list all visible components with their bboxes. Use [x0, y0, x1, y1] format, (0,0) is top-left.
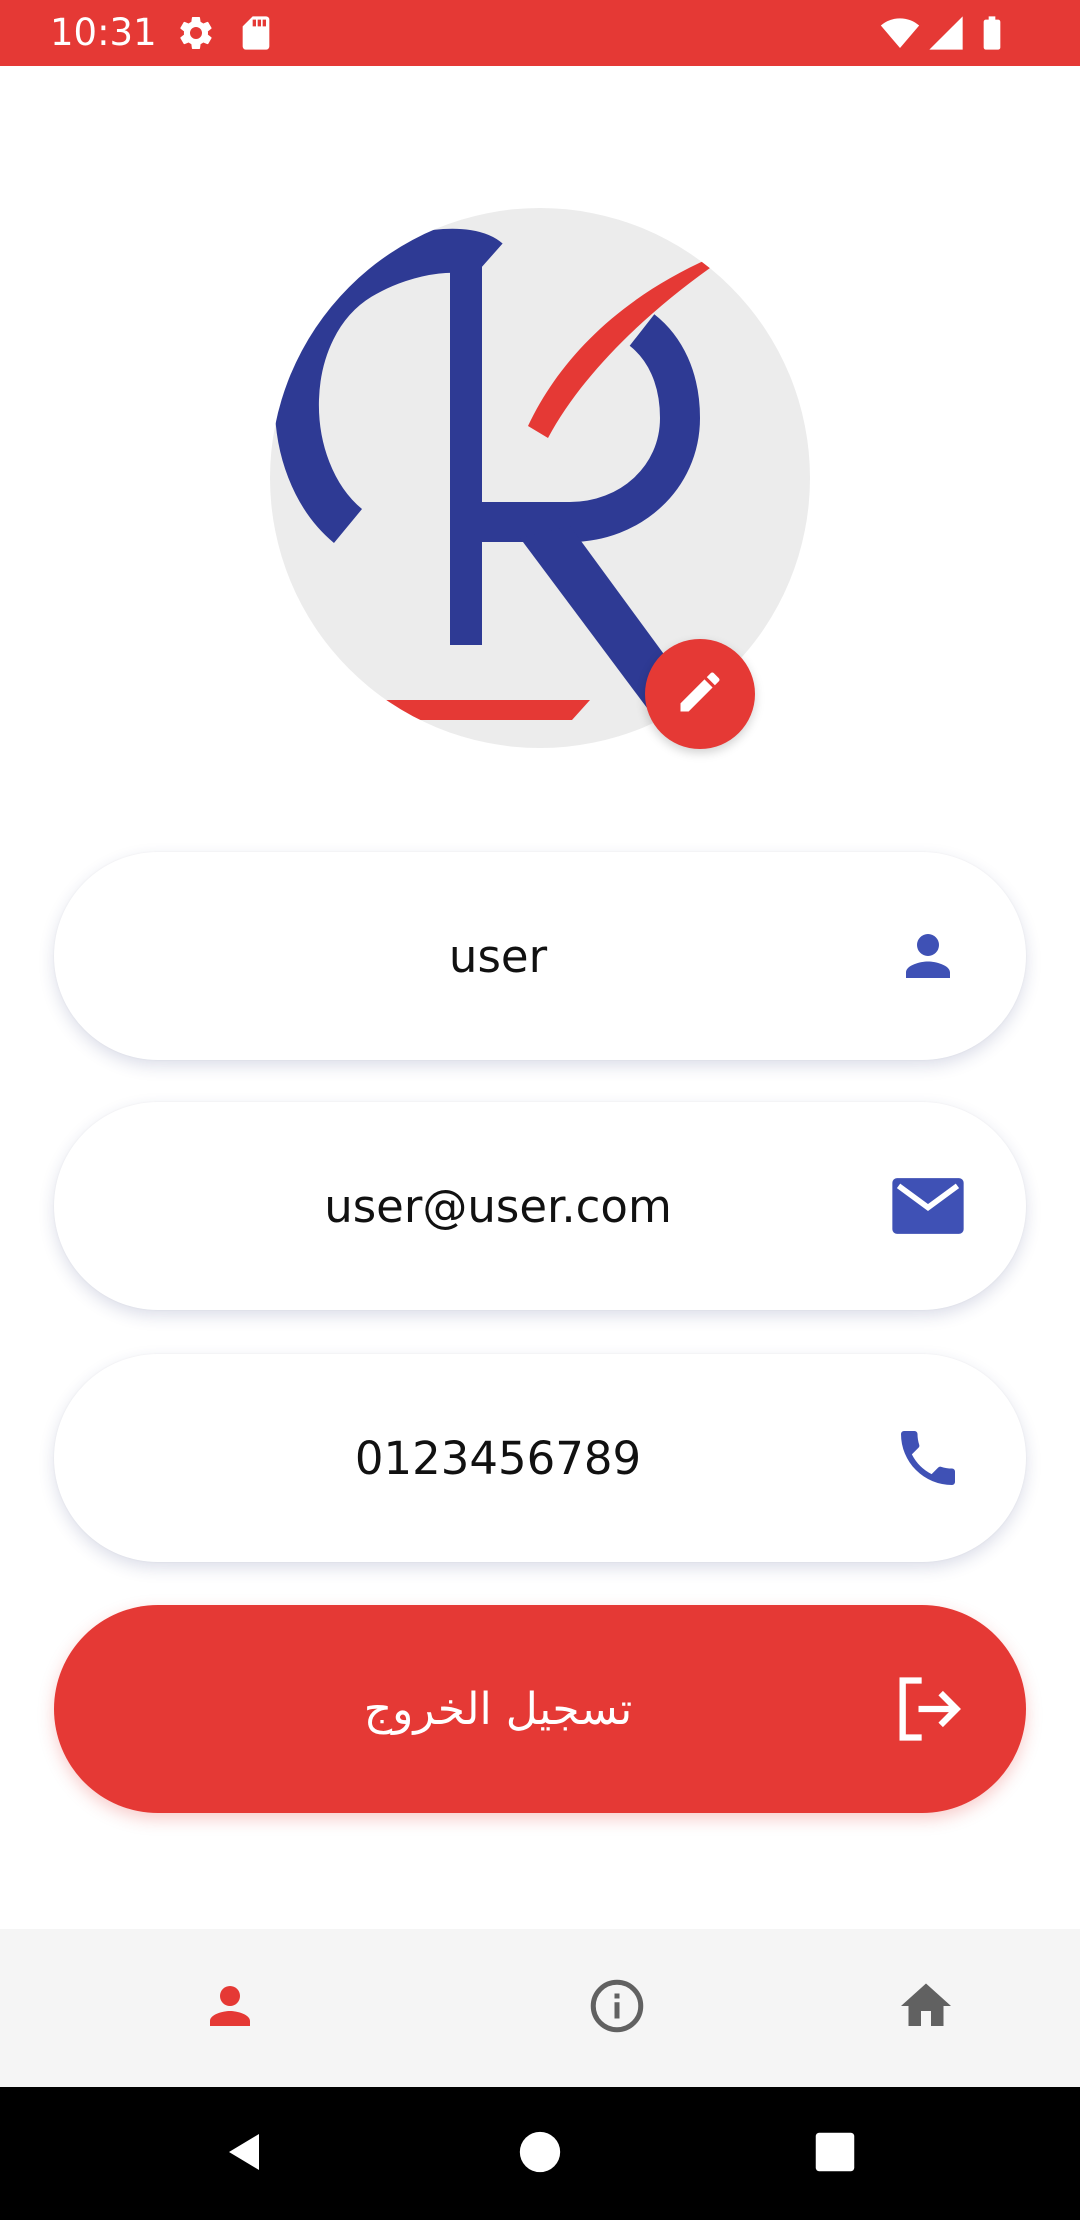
mail-icon: [884, 1162, 972, 1250]
recents-square-icon: [814, 2131, 856, 2177]
logout-button[interactable]: تسجيل الخروج: [54, 1605, 1026, 1813]
status-bar: 10:31: [0, 0, 1080, 66]
recents-button[interactable]: [790, 2109, 880, 2199]
profile-screen: 10:31 user user@user.com 0123456789 تسجي…: [0, 0, 1080, 2220]
person-icon: [200, 1976, 260, 2040]
back-triangle-icon: [221, 2128, 269, 2180]
bottom-navigation: [0, 1929, 1080, 2087]
name-field[interactable]: user: [54, 852, 1026, 1060]
sd-card-icon: [236, 13, 276, 53]
battery-icon: [972, 13, 1012, 53]
phone-field[interactable]: 0123456789: [54, 1354, 1026, 1562]
wifi-icon: [880, 13, 920, 53]
signal-icon: [926, 13, 966, 53]
phone-value: 0123456789: [354, 1431, 642, 1485]
home-circle-icon: [518, 2130, 562, 2178]
person-icon: [884, 912, 972, 1000]
home-button[interactable]: [495, 2109, 585, 2199]
status-time: 10:31: [50, 11, 157, 54]
system-navigation-bar: [0, 2087, 1080, 2220]
gear-icon: [176, 13, 216, 53]
logout-icon: [884, 1665, 972, 1753]
home-icon: [896, 1976, 956, 2040]
edit-avatar-button[interactable]: [645, 639, 755, 749]
nav-info[interactable]: [507, 1929, 727, 2087]
name-value: user: [448, 929, 548, 983]
email-value: user@user.com: [324, 1179, 672, 1233]
pencil-icon: [674, 666, 726, 722]
nav-profile[interactable]: [120, 1929, 340, 2087]
info-icon: [587, 1976, 647, 2040]
phone-icon: [884, 1414, 972, 1502]
logout-label: تسجيل الخروج: [363, 1683, 633, 1735]
nav-home[interactable]: [816, 1929, 1036, 2087]
back-button[interactable]: [200, 2109, 290, 2199]
email-field[interactable]: user@user.com: [54, 1102, 1026, 1310]
